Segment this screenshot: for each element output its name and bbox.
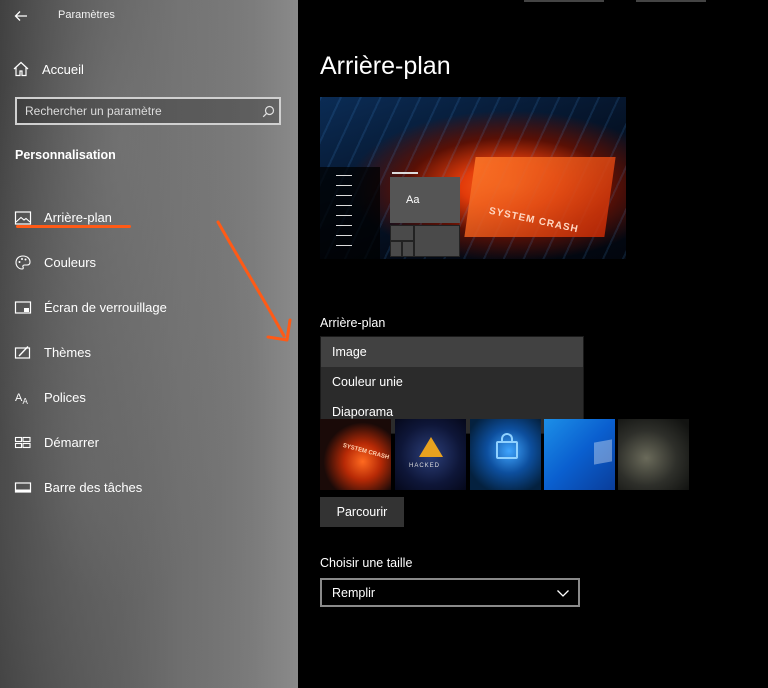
search-icon[interactable] <box>257 100 279 122</box>
home-label: Accueil <box>42 61 84 77</box>
themes-icon <box>14 346 31 359</box>
size-label: Choisir une taille <box>320 556 413 570</box>
background-preview: SYSTEM CRASH Aa <box>320 97 626 259</box>
palette-icon <box>15 255 31 270</box>
main-content: Arrière-plan SYSTEM CRASH Aa Arrière-pla… <box>298 0 768 688</box>
title-bar: Paramètres <box>0 0 298 32</box>
sidebar-item-label: Écran de verrouillage <box>44 300 167 315</box>
size-select[interactable]: Remplir <box>320 578 580 607</box>
dropdown-option-image[interactable]: Image <box>321 337 583 367</box>
back-button[interactable] <box>10 6 32 26</box>
sidebar-item-label: Polices <box>44 390 86 405</box>
taskbar-icon <box>14 482 32 493</box>
thumbnail-lock[interactable] <box>470 419 541 490</box>
arrow-left-icon <box>14 11 27 21</box>
sidebar-item-polices[interactable]: A A Polices <box>0 376 298 421</box>
size-select-value: Remplir <box>332 586 376 600</box>
fonts-icon: A A <box>15 392 29 406</box>
browse-button[interactable]: Parcourir <box>320 497 404 527</box>
lock-icon <box>496 433 518 459</box>
thumbnail-system-crash[interactable]: SYSTEM CRASH <box>320 419 391 490</box>
dropdown-option-label: Couleur unie <box>332 375 403 389</box>
top-divider <box>636 0 706 2</box>
sidebar-item-label: Couleurs <box>44 255 97 270</box>
thumbnail-windows-blue[interactable] <box>544 419 615 490</box>
preview-tile: Aa <box>390 177 460 223</box>
lock-screen-icon <box>14 301 32 314</box>
sidebar-item-demarrer[interactable]: Démarrer <box>0 421 298 466</box>
dropdown-option-couleur-unie[interactable]: Couleur unie <box>321 367 583 397</box>
home-link[interactable]: Accueil <box>12 57 84 81</box>
thumbnail-text: SYSTEM CRASH <box>342 442 390 462</box>
recent-images: SYSTEM CRASH HACKED <box>320 419 690 490</box>
thumbnail-soldier[interactable] <box>618 419 689 490</box>
thumbnail-text: HACKED <box>409 463 441 469</box>
chevron-down-icon <box>557 590 569 597</box>
sidebar-item-label: Arrière-plan <box>44 210 112 225</box>
windows-logo-icon <box>594 439 612 465</box>
sidebar-item-barre-des-taches[interactable]: Barre des tâches <box>0 466 298 511</box>
sidebar-item-label: Démarrer <box>44 435 99 450</box>
dropdown-option-label: Diaporama <box>332 405 394 419</box>
top-divider <box>524 0 604 2</box>
svg-text:A: A <box>23 397 29 406</box>
background-type-label: Arrière-plan <box>320 316 386 330</box>
search-input[interactable] <box>17 103 257 119</box>
thumbnail-hacked[interactable]: HACKED <box>395 419 466 490</box>
start-icon <box>14 436 31 449</box>
home-icon <box>13 61 29 77</box>
search-box[interactable] <box>15 97 281 125</box>
preview-tiles <box>390 225 460 257</box>
section-title: Personnalisation <box>15 148 116 162</box>
annotation-underline <box>16 225 131 228</box>
preview-start-panel <box>320 167 380 259</box>
sidebar-item-label: Thèmes <box>44 345 91 360</box>
preview-tile-text: Aa <box>406 194 420 206</box>
annotation-arrow <box>216 220 292 342</box>
sidebar-item-label: Barre des tâches <box>44 480 143 495</box>
window-title: Paramètres <box>58 9 115 21</box>
dropdown-option-label: Image <box>332 345 367 359</box>
warning-icon <box>419 437 443 457</box>
page-title: Arrière-plan <box>320 52 451 80</box>
